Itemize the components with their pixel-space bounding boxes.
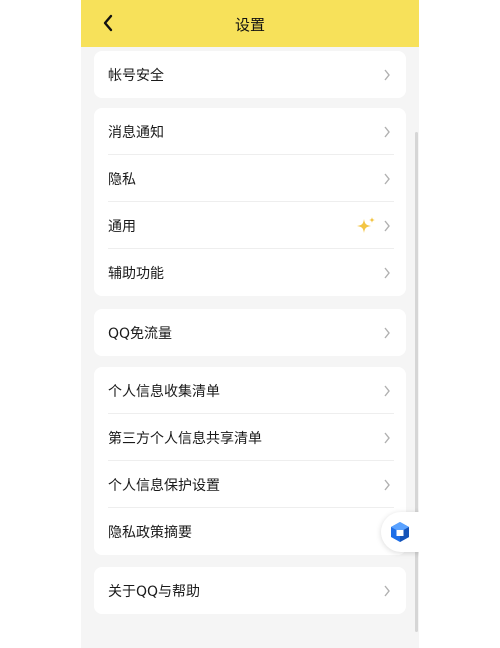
settings-item-label: 隐私政策摘要 xyxy=(108,524,192,541)
settings-item-label: 通用 xyxy=(108,218,136,235)
chevron-right-icon xyxy=(384,585,390,596)
cube-icon xyxy=(391,522,409,542)
settings-item-label: 个人信息收集清单 xyxy=(108,383,220,400)
settings-item-label: 关于QQ与帮助 xyxy=(108,583,201,600)
sparkle-icon xyxy=(357,216,375,233)
settings-item-account-security[interactable]: 帐号安全 xyxy=(94,51,406,98)
settings-item-free-data[interactable]: QQ免流量 xyxy=(94,309,406,356)
settings-item-label: 辅助功能 xyxy=(108,265,164,282)
chevron-right-icon xyxy=(384,267,390,278)
settings-item-label: 消息通知 xyxy=(108,124,164,141)
settings-item-privacy-policy-summary[interactable]: 隐私政策摘要 xyxy=(94,508,406,555)
settings-group-general: 消息通知 隐私 通用 辅助功能 xyxy=(94,108,406,296)
settings-item-label: QQ免流量 xyxy=(108,325,173,342)
chevron-right-icon xyxy=(384,126,390,137)
chevron-right-icon xyxy=(384,432,390,443)
settings-item-label: 帐号安全 xyxy=(108,67,164,84)
back-button[interactable] xyxy=(93,8,123,38)
settings-group-personal-info: 个人信息收集清单 第三方个人信息共享清单 个人信息保护设置 隐私政策摘要 xyxy=(94,367,406,555)
chevron-right-icon xyxy=(384,479,390,490)
floating-assistant-button[interactable] xyxy=(381,512,419,552)
chevron-right-icon xyxy=(384,220,390,231)
settings-screen: 设置 帐号安全 消息通知 隐私 通用 辅助功能 QQ免流量 个人信息收集清单 第… xyxy=(81,0,419,648)
settings-item-general[interactable]: 通用 xyxy=(94,202,406,249)
chevron-right-icon xyxy=(384,69,390,80)
settings-item-info-collection-list[interactable]: 个人信息收集清单 xyxy=(94,367,406,414)
settings-item-label: 隐私 xyxy=(108,171,136,188)
settings-group-account: 帐号安全 xyxy=(94,51,406,98)
chevron-right-icon xyxy=(384,173,390,184)
settings-item-label: 个人信息保护设置 xyxy=(108,477,220,494)
settings-item-accessibility[interactable]: 辅助功能 xyxy=(94,249,406,296)
settings-item-info-protection-settings[interactable]: 个人信息保护设置 xyxy=(94,461,406,508)
settings-group-data: QQ免流量 xyxy=(94,309,406,356)
settings-item-label: 第三方个人信息共享清单 xyxy=(108,430,262,447)
settings-item-privacy[interactable]: 隐私 xyxy=(94,155,406,202)
header-bar: 设置 xyxy=(81,0,419,47)
settings-item-notifications[interactable]: 消息通知 xyxy=(94,108,406,155)
back-arrow-icon xyxy=(103,14,113,32)
settings-group-about: 关于QQ与帮助 xyxy=(94,567,406,614)
page-title: 设置 xyxy=(234,16,265,34)
settings-item-third-party-sharing-list[interactable]: 第三方个人信息共享清单 xyxy=(94,414,406,461)
chevron-right-icon xyxy=(384,385,390,396)
settings-item-about-help[interactable]: 关于QQ与帮助 xyxy=(94,567,406,614)
chevron-right-icon xyxy=(384,327,390,338)
scrollbar[interactable] xyxy=(415,132,418,632)
